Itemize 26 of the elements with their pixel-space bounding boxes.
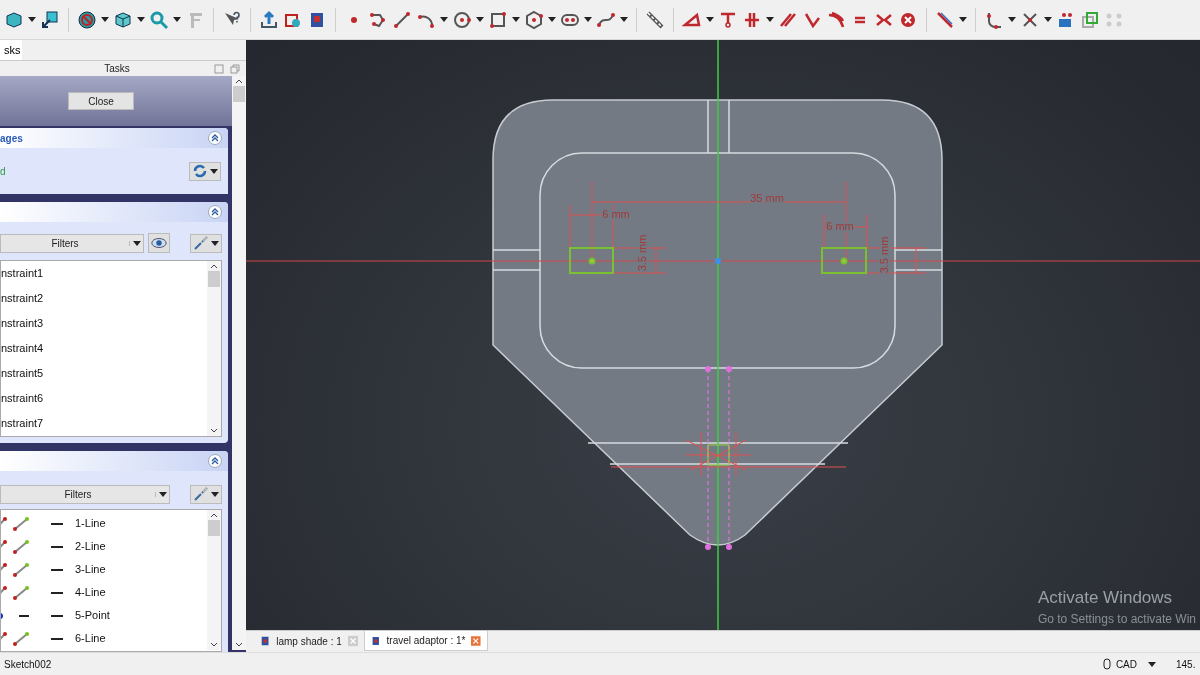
- element-item[interactable]: 3-Line: [75, 561, 106, 578]
- element-item[interactable]: 2-Line: [75, 538, 106, 555]
- element-item[interactable]: 5-Point: [75, 607, 110, 624]
- activation-subtitle: Go to Settings to activate Win: [1037, 611, 1196, 628]
- constraint-item[interactable]: nstraint7: [1, 411, 207, 436]
- constraint-item[interactable]: nstraint6: [1, 386, 207, 411]
- constraint-item[interactable]: nstraint1: [1, 261, 207, 286]
- constraint-item[interactable]: nstraint4: [1, 336, 207, 361]
- constraint-item[interactable]: nstraint3: [1, 311, 207, 336]
- solver-status: d: [0, 164, 7, 179]
- close-button[interactable]: Close: [68, 92, 134, 110]
- panel-title: Tasks: [103, 62, 131, 76]
- panel-tab[interactable]: sks: [0, 40, 22, 60]
- element-item[interactable]: 4-Line: [75, 584, 106, 601]
- element-item[interactable]: 1-Line: [75, 515, 106, 532]
- navigation-style[interactable]: CAD: [1102, 656, 1156, 672]
- filters-dropdown[interactable]: Filters: [0, 233, 144, 253]
- section-title: ages: [0, 131, 24, 146]
- status-text: Sketch002: [3, 657, 53, 672]
- constraint-item[interactable]: nstraint5: [1, 361, 207, 386]
- element-item[interactable]: 6-Line: [75, 630, 106, 647]
- document-tab[interactable]: travel adaptor : 1*: [364, 631, 488, 651]
- activation-title: Activate Windows: [1037, 586, 1174, 609]
- filters-dropdown[interactable]: Filters: [0, 484, 170, 504]
- coordinates-text: 145.: [1176, 657, 1197, 672]
- constraint-item[interactable]: nstraint2: [1, 286, 207, 311]
